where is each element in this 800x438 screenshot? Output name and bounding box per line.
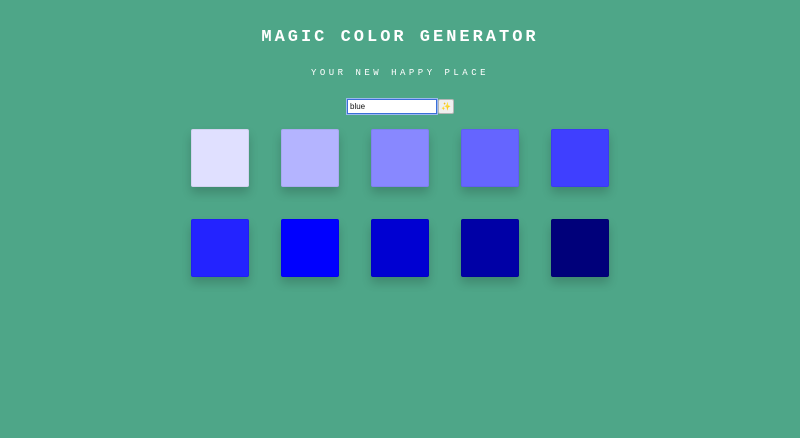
color-swatch[interactable] xyxy=(551,129,609,187)
color-swatch[interactable] xyxy=(551,219,609,277)
page-subtitle: YOUR NEW HAPPY PLACE xyxy=(310,68,490,78)
color-swatch[interactable] xyxy=(191,219,249,277)
page-title: MAGIC COLOR GENERATOR xyxy=(261,28,539,47)
color-swatch[interactable] xyxy=(281,219,339,277)
sparkle-icon: ✨ xyxy=(441,101,451,111)
search-bar: ✨ xyxy=(346,98,454,115)
generate-button[interactable]: ✨ xyxy=(438,99,454,114)
color-swatch[interactable] xyxy=(191,129,249,187)
color-swatch[interactable] xyxy=(371,219,429,277)
color-search-input[interactable] xyxy=(346,98,438,115)
color-swatch[interactable] xyxy=(371,129,429,187)
color-swatch[interactable] xyxy=(461,129,519,187)
color-swatch[interactable] xyxy=(461,219,519,277)
color-swatch[interactable] xyxy=(281,129,339,187)
